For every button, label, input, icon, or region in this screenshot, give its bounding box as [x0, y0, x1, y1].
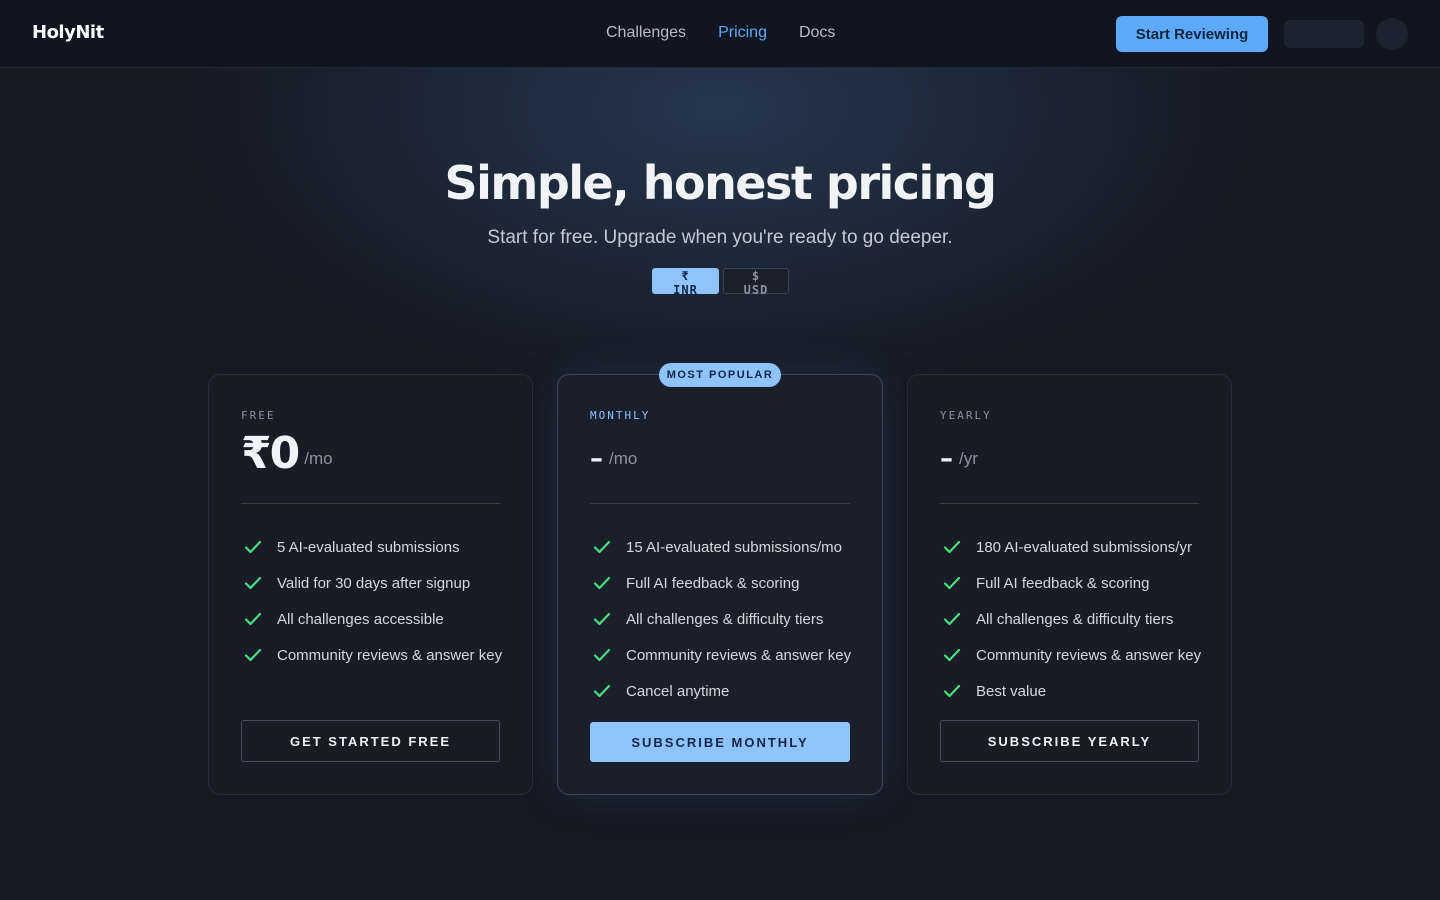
check-icon: [943, 612, 961, 626]
subscribe-monthly-button[interactable]: SUBSCRIBE MONTHLY: [590, 722, 850, 762]
feature-item: Community reviews & answer key: [940, 637, 1201, 673]
feature-text: 5 AI-evaluated submissions: [277, 538, 460, 556]
plan-price: ₹0: [241, 428, 300, 479]
feature-text: Full AI feedback & scoring: [626, 574, 800, 592]
check-icon: [943, 540, 961, 554]
feature-item: Community reviews & answer key: [590, 637, 851, 673]
feature-item: 15 AI-evaluated submissions/mo: [590, 529, 851, 565]
feature-item: Valid for 30 days after signup: [241, 565, 502, 601]
feature-item: Best value: [940, 673, 1201, 709]
feature-text: Community reviews & answer key: [626, 646, 852, 664]
feature-text: Full AI feedback & scoring: [976, 574, 1150, 592]
currency-toggle: ₹ INR $ USD: [652, 268, 789, 297]
plan-price: –: [940, 444, 953, 474]
nav-links: Challenges Pricing Docs: [606, 24, 867, 42]
avatar[interactable]: [1376, 18, 1408, 50]
feature-text: 15 AI-evaluated submissions/mo: [626, 538, 842, 556]
check-icon: [244, 612, 262, 626]
check-icon: [244, 540, 262, 554]
feature-text: All challenges accessible: [277, 610, 444, 628]
feature-text: Best value: [976, 682, 1047, 700]
check-icon: [244, 576, 262, 590]
feature-text: All challenges & difficulty tiers: [976, 610, 1174, 628]
nav-link-docs[interactable]: Docs: [799, 24, 835, 42]
check-icon: [943, 576, 961, 590]
feature-item: 5 AI-evaluated submissions: [241, 529, 502, 565]
start-reviewing-button[interactable]: Start Reviewing: [1116, 16, 1268, 52]
check-icon: [593, 612, 611, 626]
plan-price-row: ₹0 /mo: [241, 429, 333, 479]
plan-card-yearly: YEARLY – /yr 180 AI-evaluated submission…: [907, 374, 1232, 795]
check-icon: [593, 648, 611, 662]
feature-list: 180 AI-evaluated submissions/yr Full AI …: [940, 529, 1201, 709]
feature-text: Community reviews & answer key: [277, 646, 503, 664]
plan-card-monthly: MOST POPULAR MONTHLY – /mo 15 AI-evaluat…: [557, 363, 883, 795]
plan-period: /mo: [304, 449, 333, 468]
plan-period: /mo: [609, 449, 638, 468]
subscribe-yearly-button[interactable]: SUBSCRIBE YEARLY: [940, 720, 1199, 762]
feature-text: Community reviews & answer key: [976, 646, 1202, 664]
feature-item: All challenges & difficulty tiers: [590, 601, 851, 637]
check-icon: [943, 684, 961, 698]
feature-text: All challenges & difficulty tiers: [626, 610, 824, 628]
feature-item: Community reviews & answer key: [241, 637, 502, 673]
feature-item: All challenges & difficulty tiers: [940, 601, 1201, 637]
check-icon: [943, 648, 961, 662]
brand-logo[interactable]: HolyNit: [32, 22, 104, 43]
feature-list: 5 AI-evaluated submissions Valid for 30 …: [241, 529, 502, 673]
plan-card-free: FREE ₹0 /mo 5 AI-evaluated submissions V…: [208, 374, 533, 795]
most-popular-badge: MOST POPULAR: [659, 363, 781, 387]
divider: [590, 503, 850, 504]
divider: [940, 503, 1199, 504]
plan-tier-label: FREE: [241, 409, 276, 422]
feature-text: 180 AI-evaluated submissions/yr: [976, 538, 1192, 556]
page-title: Simple, honest pricing: [444, 156, 997, 210]
feature-text: Cancel anytime: [626, 682, 730, 700]
plan-period: /yr: [959, 449, 978, 468]
nav-loading-placeholder: [1284, 20, 1364, 48]
page-subtitle: Start for free. Upgrade when you're read…: [487, 227, 953, 248]
plan-tier-label: YEARLY: [940, 409, 992, 422]
divider: [241, 503, 500, 504]
feature-item: All challenges accessible: [241, 601, 502, 637]
nav-link-pricing[interactable]: Pricing: [718, 24, 767, 42]
feature-text: Valid for 30 days after signup: [277, 574, 471, 592]
nav-link-challenges[interactable]: Challenges: [606, 24, 686, 42]
feature-item: Full AI feedback & scoring: [590, 565, 851, 601]
plan-tier-label: MONTHLY: [590, 409, 651, 422]
currency-usd-button[interactable]: $ USD: [723, 268, 789, 297]
plan-price-row: – /yr: [940, 429, 978, 479]
plan-price-row: – /mo: [590, 429, 637, 479]
check-icon: [593, 684, 611, 698]
get-started-free-button[interactable]: GET STARTED FREE: [241, 720, 500, 762]
check-icon: [593, 576, 611, 590]
feature-item: Cancel anytime: [590, 673, 851, 709]
feature-item: 180 AI-evaluated submissions/yr: [940, 529, 1201, 565]
currency-inr-button[interactable]: ₹ INR: [652, 268, 719, 297]
top-navbar: HolyNit Challenges Pricing Docs Start Re…: [0, 0, 1440, 68]
check-icon: [244, 648, 262, 662]
check-icon: [593, 540, 611, 554]
feature-list: 15 AI-evaluated submissions/mo Full AI f…: [590, 529, 851, 709]
feature-item: Full AI feedback & scoring: [940, 565, 1201, 601]
plan-price: –: [590, 444, 603, 474]
